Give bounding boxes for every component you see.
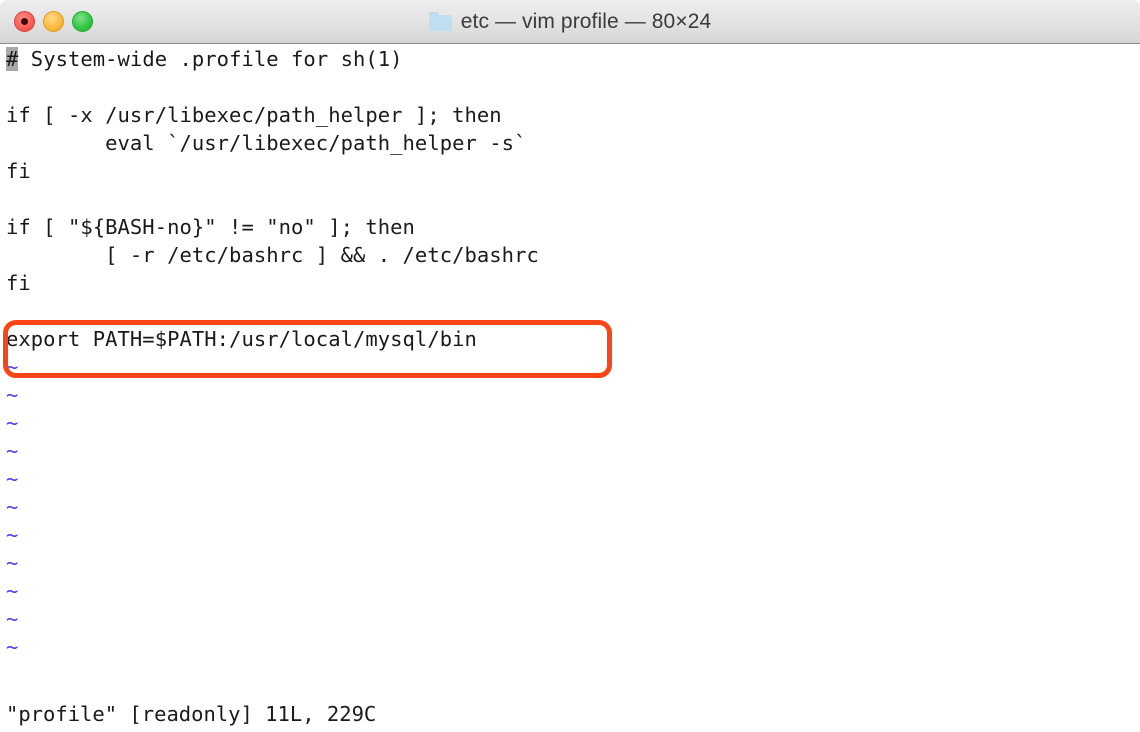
maximize-button[interactable]	[72, 11, 93, 32]
tilde-marker: ~	[6, 551, 19, 575]
tilde-marker: ~	[6, 411, 19, 435]
buffer-line	[0, 73, 1140, 101]
window-title-group: etc — vim profile — 80×24	[428, 9, 712, 34]
terminal-window: etc — vim profile — 80×24 # System-wide …	[0, 0, 1140, 732]
tilde-marker: ~	[6, 523, 19, 547]
folder-icon	[428, 12, 452, 31]
window-controls	[14, 0, 93, 43]
window-titlebar: etc — vim profile — 80×24	[0, 0, 1140, 44]
line-text: System-wide .profile for sh(1)	[18, 47, 403, 71]
vim-buffer[interactable]: # System-wide .profile for sh(1) if [ -x…	[0, 45, 1140, 732]
tilde-marker: ~	[6, 635, 19, 659]
buffer-line: fi	[6, 159, 31, 183]
tilde-marker: ~	[6, 355, 19, 379]
tilde-marker: ~	[6, 467, 19, 491]
buffer-line	[0, 297, 1140, 325]
vim-status-line: "profile" [readonly] 11L, 229C	[6, 702, 377, 726]
buffer-line: if [ "${BASH-no}" != "no" ]; then	[6, 215, 415, 239]
buffer-line: # System-wide .profile for sh(1)	[0, 45, 1140, 73]
buffer-line: [ -r /etc/bashrc ] && . /etc/bashrc	[6, 243, 539, 267]
buffer-line: fi	[6, 271, 31, 295]
vim-cursor: #	[6, 47, 19, 71]
tilde-marker: ~	[6, 607, 19, 631]
window-title: etc — vim profile — 80×24	[460, 9, 712, 33]
tilde-marker: ~	[6, 383, 19, 407]
close-button[interactable]	[14, 11, 35, 32]
tilde-marker: ~	[6, 439, 19, 463]
minimize-button[interactable]	[43, 11, 64, 32]
buffer-line	[0, 185, 1140, 213]
buffer-line: if [ -x /usr/libexec/path_helper ]; then	[6, 103, 502, 127]
tilde-marker: ~	[6, 495, 19, 519]
tilde-marker: ~	[6, 579, 19, 603]
buffer-line: eval `/usr/libexec/path_helper -s`	[6, 131, 527, 155]
buffer-line-annotated: export PATH=$PATH:/usr/local/mysql/bin	[6, 327, 477, 351]
